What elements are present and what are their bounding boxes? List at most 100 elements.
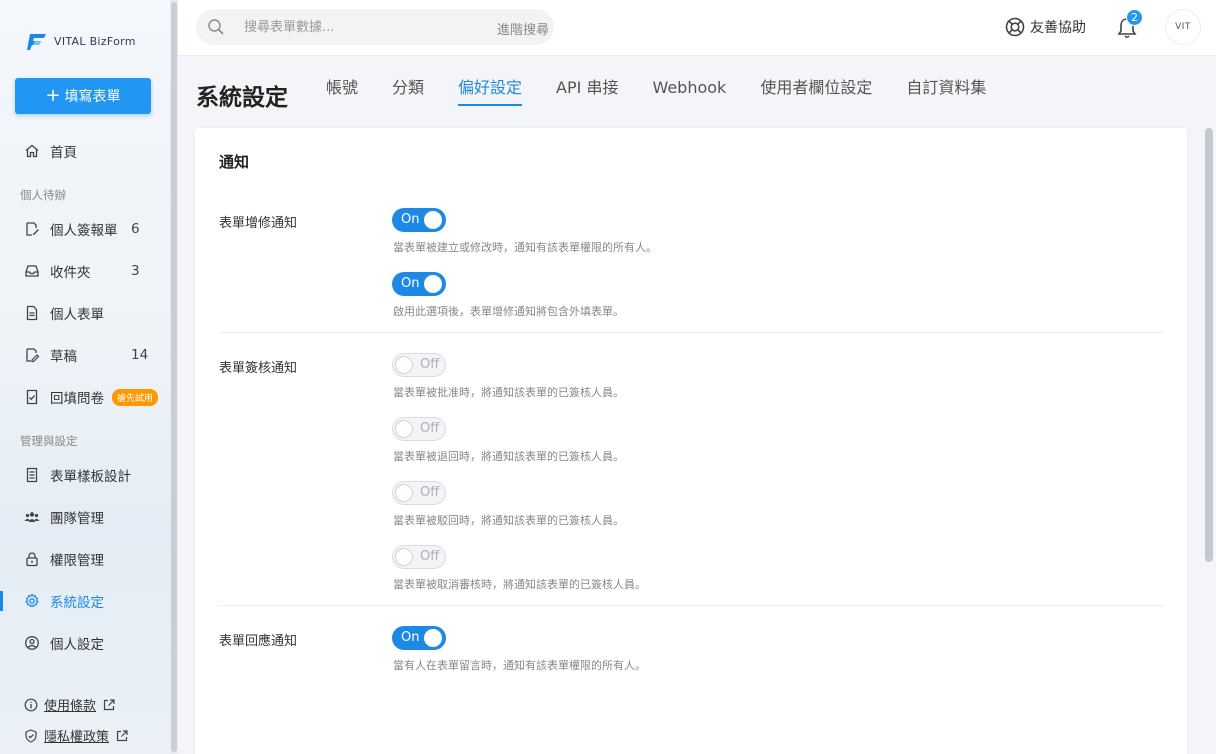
avatar-text: VIT (1175, 22, 1191, 32)
help-button[interactable]: 友善協助 (1004, 16, 1086, 38)
sidebar-item-label: 回填問卷 (50, 391, 104, 407)
option-description: 當表單被駁回時，將通知該表單的已簽核人員。 (393, 514, 624, 527)
option-description: 當有人在表單留言時，通知有該表單權限的所有人。 (393, 659, 646, 672)
team-icon (24, 512, 40, 522)
toggle-state: On (401, 276, 420, 291)
form-change-notify-label: 表單增修通知 (219, 216, 298, 231)
privacy-link[interactable]: 隱私權政策 (24, 726, 129, 745)
tab-webhook[interactable]: Webhook (652, 78, 726, 106)
approval-notify-label: 表單簽核通知 (219, 361, 298, 376)
fill-form-button[interactable]: + 填寫表單 (15, 78, 151, 114)
sidebar-item-system-settings[interactable]: 系統設定 (0, 586, 170, 616)
toggle-knob (395, 548, 413, 566)
response-notify-label: 表單回應通知 (219, 634, 298, 649)
sidebar-item-personal-forms[interactable]: 個人表單 (0, 298, 170, 328)
sidebar-item-team[interactable]: 團隊管理 (0, 502, 170, 532)
approved-notify-toggle[interactable]: Off (392, 353, 446, 377)
notification-settings-card: 通知 表單增修通知 On 當表單被建立或修改時，通知有該表單權限的所有人。 On… (195, 128, 1187, 754)
section-label-admin: 管理與設定 (20, 434, 78, 448)
privacy-label: 隱私權政策 (44, 730, 110, 745)
toggle-state: Off (420, 421, 440, 436)
sidebar-item-label: 個人設定 (50, 637, 104, 653)
settings-tabs: 帳號 分類 偏好設定 API 串接 Webhook 使用者欄位設定 自訂資料集 (326, 78, 1020, 106)
toggle-knob (395, 420, 413, 438)
item-count: 14 (131, 347, 149, 363)
toggle-state: Off (420, 549, 440, 564)
draft-icon (26, 348, 40, 363)
sidebar-item-personal-settings[interactable]: 個人設定 (0, 628, 170, 658)
sidebar-item-survey[interactable]: 回填問卷 搶先試用 (0, 382, 170, 412)
sidebar-item-label: 收件夾 (50, 265, 91, 281)
item-count: 3 (131, 263, 140, 279)
sidebar-item-label: 個人表單 (50, 307, 104, 323)
form-change-notify-toggle[interactable]: On (392, 208, 446, 232)
tab-user-fields[interactable]: 使用者欄位設定 (760, 78, 872, 106)
logo-text: VITAL BizForm (54, 34, 136, 48)
sidebar-item-label: 表單樣板設計 (50, 469, 131, 485)
terms-label: 使用條款 (44, 699, 97, 714)
main-scrollbar[interactable] (1205, 128, 1213, 562)
toggle-knob (395, 484, 413, 502)
toggle-knob (395, 356, 413, 374)
sidebar-item-label: 權限管理 (50, 553, 104, 569)
sidebar-item-template-design[interactable]: 表單樣板設計 (0, 460, 170, 490)
lock-icon (26, 552, 38, 567)
toggle-knob (424, 629, 442, 647)
sidebar-item-inbox[interactable]: 收件夾 3 (0, 256, 170, 286)
sidebar-item-personal-sign[interactable]: 個人簽報單 6 (0, 214, 170, 244)
inbox-icon (25, 265, 39, 277)
lifebuoy-icon (1005, 17, 1025, 37)
sidebar-item-label: 團隊管理 (50, 511, 104, 527)
section-label-personal: 個人待辦 (20, 188, 66, 202)
external-link-icon (116, 729, 128, 741)
search-icon (208, 19, 224, 35)
avatar[interactable]: VIT (1166, 10, 1200, 44)
rejected-notify-toggle[interactable]: Off (392, 481, 446, 505)
tab-custom-datasets[interactable]: 自訂資料集 (906, 78, 986, 106)
gear-icon (25, 593, 39, 608)
bizform-logo-icon (27, 34, 46, 50)
card-title: 通知 (219, 153, 250, 171)
fill-form-label: 填寫表單 (64, 89, 121, 105)
tab-preferences[interactable]: 偏好設定 (458, 78, 523, 106)
tab-category[interactable]: 分類 (392, 78, 424, 106)
advanced-search-link[interactable]: 進階搜尋 (497, 19, 549, 38)
include-external-forms-toggle[interactable]: On (392, 272, 446, 296)
sidebar-item-label: 草稿 (50, 349, 77, 365)
sidebar-item-label: 個人簽報單 (50, 223, 118, 239)
divider (219, 332, 1164, 333)
sidebar-item-home[interactable]: 首頁 (0, 136, 170, 166)
sidebar-item-label: 首頁 (50, 145, 77, 161)
notification-badge: 2 (1126, 9, 1143, 26)
option-description: 當表單被退回時，將通知該表單的已簽核人員。 (393, 450, 624, 463)
tab-api[interactable]: API 串接 (556, 78, 618, 106)
help-label: 友善協助 (1030, 20, 1086, 36)
toggle-state: On (401, 630, 420, 645)
page-title: 系統設定 (196, 85, 288, 111)
toggle-state: Off (420, 357, 440, 372)
sidebar-item-permissions[interactable]: 權限管理 (0, 544, 170, 574)
sidebar-item-drafts[interactable]: 草稿 14 (0, 340, 170, 370)
toggle-state: On (401, 212, 420, 227)
divider (219, 605, 1164, 606)
toggle-knob (424, 275, 442, 293)
cancelled-notify-toggle[interactable]: Off (392, 545, 446, 569)
template-icon (26, 467, 38, 483)
search-input[interactable] (244, 17, 464, 37)
plus-icon: + (45, 85, 61, 106)
response-notify-toggle[interactable]: On (392, 626, 446, 650)
option-description: 啟用此選項後，表單增修通知將包含外填表單。 (393, 305, 624, 318)
shield-icon (25, 728, 37, 743)
option-description: 當表單被批准時，將通知該表單的已簽核人員。 (393, 386, 624, 399)
option-description: 當表單被建立或修改時，通知有該表單權限的所有人。 (393, 241, 657, 254)
tab-account[interactable]: 帳號 (326, 78, 358, 106)
app-logo[interactable]: VITAL BizForm (26, 30, 136, 52)
beta-badge: 搶先試用 (112, 388, 159, 406)
external-link-icon (103, 698, 115, 710)
returned-notify-toggle[interactable]: Off (392, 417, 446, 441)
item-count: 6 (131, 221, 140, 237)
terms-link[interactable]: 使用條款 (24, 695, 116, 714)
home-icon (25, 144, 39, 158)
sidebar-scrollbar[interactable] (171, 2, 177, 752)
option-description: 當表單被取消審核時，將通知該表單的已簽核人員。 (393, 578, 646, 591)
